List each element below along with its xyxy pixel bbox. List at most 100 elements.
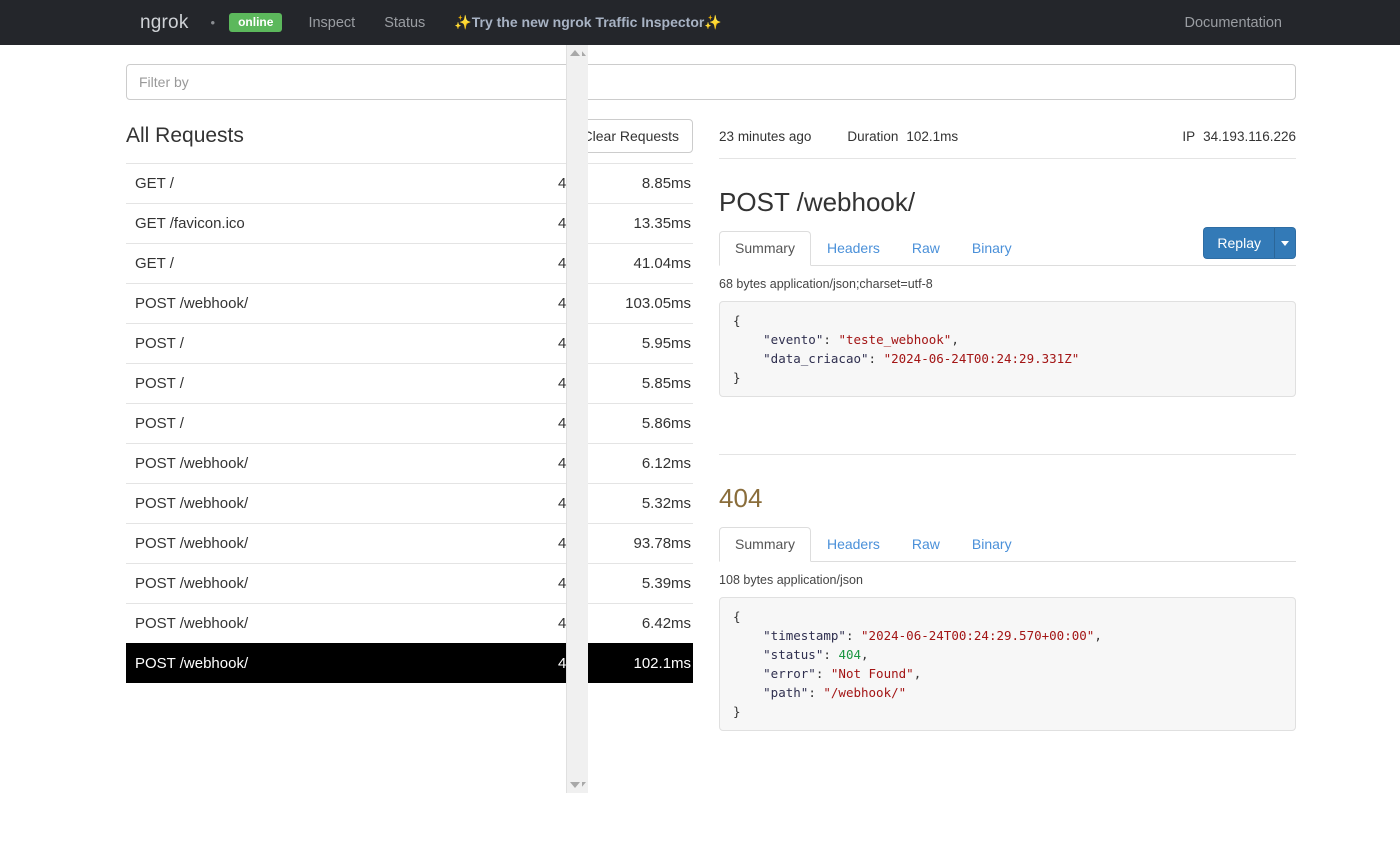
ngrok-logo[interactable]: ngrok [140,12,189,34]
json-token: , [913,666,922,681]
json-token: } [733,704,741,719]
tab-request-headers[interactable]: Headers [811,231,896,266]
nav-link-documentation[interactable]: Documentation [1184,15,1282,31]
filter-bar [126,45,1296,100]
json-token: "path" [763,685,809,700]
request-duration: 6.12ms [641,455,692,472]
json-token: "/webhook/" [823,685,907,700]
detail-pane-scrollbar[interactable] [566,45,582,793]
json-token: , [861,647,869,662]
json-token: , [1094,628,1102,643]
request-path: POST /webhook/ [135,615,249,632]
request-tabs: Summary Headers Raw Binary Replay [719,227,1296,266]
ip-value: 34.193.116.226 [1203,128,1296,144]
request-duration: 8.85ms [641,175,692,192]
tab-response-binary[interactable]: Binary [956,527,1028,562]
tab-response-raw[interactable]: Raw [896,527,956,562]
json-token: "timestamp" [763,628,846,643]
response-content-info: 108 bytes application/json [719,573,863,587]
table-row[interactable]: POST /webhook/4046.12ms [126,443,694,483]
table-row[interactable]: POST /webhook/404102.1ms [126,643,694,683]
json-token: "2024-06-24T00:24:29.570+00:00" [861,628,1095,643]
request-body-json: { "evento": "teste_webhook", "data_criac… [719,301,1296,397]
section-divider [719,454,1296,455]
request-path: GET / [135,255,174,272]
ip-label: IP [1182,128,1196,144]
tab-request-binary[interactable]: Binary [956,231,1028,266]
json-token: "data_criacao" [763,351,869,366]
replay-dropdown-toggle[interactable] [1274,227,1296,259]
tab-response-summary[interactable]: Summary [719,527,811,562]
tab-request-raw[interactable]: Raw [896,231,956,266]
filter-input[interactable] [126,64,1296,100]
json-token: : [808,685,824,700]
table-row[interactable]: GET /4048.85ms [126,163,694,203]
json-token: "Not Found" [830,666,914,681]
request-duration: 102.1ms [633,655,692,672]
request-duration: 13.35ms [633,215,692,232]
request-time-ago: 23 minutes ago [719,128,812,144]
table-row[interactable]: POST /webhook/4045.39ms [126,563,694,603]
requests-header: All Requests Clear Requests [126,114,694,158]
request-duration: 5.86ms [641,415,692,432]
request-duration: 103.05ms [625,295,692,312]
scroll-up-arrow-icon[interactable] [567,45,582,61]
json-token: "evento" [763,332,824,347]
replay-button-group: Replay [1203,227,1296,259]
json-token: "2024-06-24T00:24:29.331Z" [883,351,1080,366]
request-duration: 5.85ms [641,375,692,392]
request-path: GET /favicon.ico [135,215,245,232]
table-row[interactable]: GET /40441.04ms [126,243,694,283]
tab-response-headers[interactable]: Headers [811,527,896,562]
response-body-json: { "timestamp": "2024-06-24T00:24:29.570+… [719,597,1296,731]
request-path: GET / [135,175,174,192]
request-path: POST /webhook/ [135,495,249,512]
json-token: { [733,609,741,624]
table-row[interactable]: POST /4045.85ms [126,363,694,403]
table-row[interactable]: POST /4045.86ms [126,403,694,443]
request-path: POST / [135,335,184,352]
tab-request-summary[interactable]: Summary [719,231,811,266]
replay-button[interactable]: Replay [1203,227,1274,259]
json-token: "teste_webhook" [838,332,952,347]
json-token: : [868,351,884,366]
top-navbar: ngrok • online Inspect Status ✨Try the n… [0,0,1400,45]
table-row[interactable]: GET /favicon.ico40413.35ms [126,203,694,243]
request-path: POST /webhook/ [135,455,249,472]
table-row[interactable]: POST /webhook/40493.78ms [126,523,694,563]
request-duration: 5.95ms [641,335,692,352]
request-path: POST / [135,375,184,392]
request-path: POST /webhook/ [135,535,249,552]
detail-meta-row: 23 minutes ago Duration 102.1ms IP 34.19… [719,114,1296,159]
nav-link-status[interactable]: Status [384,15,425,31]
page-body: All Requests Clear Requests GET /4048.85… [0,45,1400,846]
table-row[interactable]: POST /webhook/4046.42ms [126,603,694,643]
separator-dot: • [210,15,216,30]
main-columns: All Requests Clear Requests GET /4048.85… [126,45,1296,846]
json-token: { [733,313,741,328]
nav-link-inspect[interactable]: Inspect [308,15,355,31]
page-title: All Requests [126,124,244,147]
traffic-inspector-promo-link[interactable]: ✨Try the new ngrok Traffic Inspector✨ [454,14,721,31]
response-tabs: Summary Headers Raw Binary [719,527,1296,562]
request-title: POST /webhook/ [719,187,916,217]
json-token: 404 [838,647,862,662]
table-row[interactable]: POST /4045.95ms [126,323,694,363]
json-token: : [823,647,839,662]
json-token: "error" [763,666,816,681]
scroll-down-arrow-icon[interactable] [567,777,582,793]
request-path: POST /webhook/ [135,295,249,312]
table-row[interactable]: POST /webhook/4045.32ms [126,483,694,523]
table-row[interactable]: POST /webhook/404103.05ms [126,283,694,323]
requests-pane: All Requests Clear Requests GET /4048.85… [126,114,694,846]
status-badge: online [229,13,283,32]
json-token: , [951,332,959,347]
requests-table: GET /4048.85msGET /favicon.ico40413.35ms… [126,163,694,683]
json-token: : [845,628,862,643]
chevron-down-icon [1281,240,1289,246]
